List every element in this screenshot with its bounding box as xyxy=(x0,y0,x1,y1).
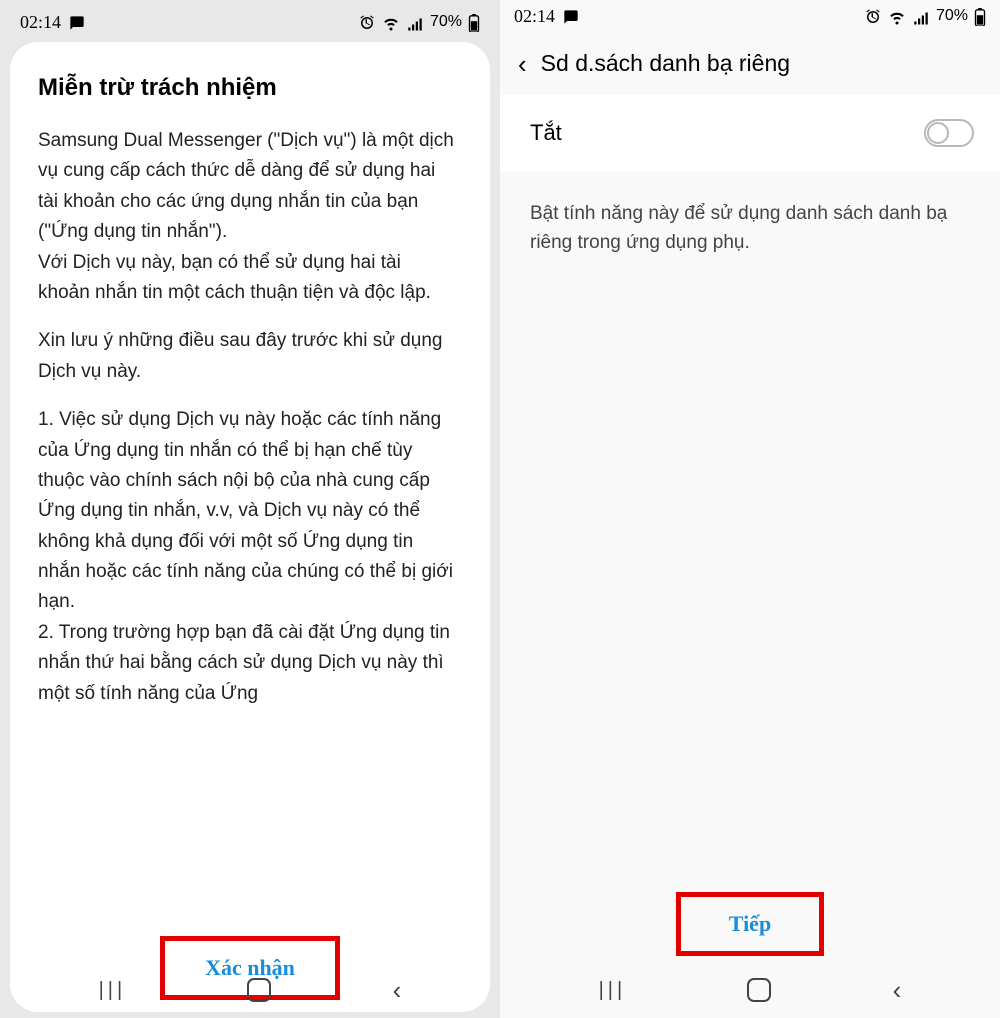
dialog-body[interactable]: Samsung Dual Messenger ("Dịch vụ") là mộ… xyxy=(38,126,462,920)
toggle-label: Tắt xyxy=(530,120,562,146)
alarm-icon xyxy=(864,6,882,26)
toggle-switch[interactable] xyxy=(924,119,974,147)
status-bar: 02:14 70% xyxy=(6,6,494,38)
battery-icon xyxy=(468,12,480,32)
status-bar: 02:14 70% xyxy=(500,0,1000,32)
disclaimer-paragraph: Xin lưu ý những điều sau đây trước khi s… xyxy=(38,326,456,387)
disclaimer-paragraph: Với Dịch vụ này, bạn có thể sử dụng hai … xyxy=(38,248,456,309)
signal-icon xyxy=(912,6,930,26)
footer: Tiếp xyxy=(500,892,1000,956)
page-header: ‹ Sd d.sách danh bạ riêng xyxy=(500,32,1000,87)
notification-icon xyxy=(69,12,85,32)
phone-right-screen: 02:14 70% ‹ Sd d.sách danh bạ riêng Tắ xyxy=(500,0,1000,1018)
signal-icon xyxy=(406,12,424,32)
status-right: 70% xyxy=(358,12,480,32)
disclaimer-paragraph: 1. Việc sử dụng Dịch vụ này hoặc các tín… xyxy=(38,405,456,618)
status-time: 02:14 xyxy=(514,6,555,27)
wifi-icon xyxy=(888,6,906,26)
setting-description: Bật tính năng này để sử dụng danh sách d… xyxy=(500,171,1000,286)
toggle-setting-row[interactable]: Tắt xyxy=(500,95,1000,171)
status-time: 02:14 xyxy=(20,12,61,33)
nav-home-icon[interactable] xyxy=(247,978,271,1002)
nav-recent-icon[interactable]: ||| xyxy=(99,979,127,1002)
nav-back-icon[interactable]: ‹ xyxy=(393,975,402,1006)
navigation-bar: ||| ‹ xyxy=(0,962,500,1018)
status-left: 02:14 xyxy=(20,12,85,33)
disclaimer-paragraph: Samsung Dual Messenger ("Dịch vụ") là mộ… xyxy=(38,126,456,248)
battery-percent: 70% xyxy=(430,13,462,31)
status-left: 02:14 xyxy=(514,6,579,27)
toggle-knob xyxy=(927,122,949,144)
battery-icon xyxy=(974,6,986,26)
next-button[interactable]: Tiếp xyxy=(681,897,819,951)
dialog-title: Miễn trừ trách nhiệm xyxy=(38,74,462,102)
disclaimer-dialog: Miễn trừ trách nhiệm Samsung Dual Messen… xyxy=(10,42,490,1012)
disclaimer-paragraph: 2. Trong trường hợp bạn đã cài đặt Ứng d… xyxy=(38,618,456,709)
page-title: Sd d.sách danh bạ riêng xyxy=(541,50,790,77)
nav-back-icon[interactable]: ‹ xyxy=(893,975,902,1006)
alarm-icon xyxy=(358,12,376,32)
highlight-box: Tiếp xyxy=(676,892,824,956)
back-button[interactable]: ‹ xyxy=(518,51,527,77)
phone-left-screen: 02:14 70% Miễn trừ trách nhiệm Samsung D… xyxy=(0,0,500,1018)
navigation-bar: ||| ‹ xyxy=(500,962,1000,1018)
status-right: 70% xyxy=(864,6,986,26)
wifi-icon xyxy=(382,12,400,32)
nav-home-icon[interactable] xyxy=(747,978,771,1002)
battery-percent: 70% xyxy=(936,7,968,25)
nav-recent-icon[interactable]: ||| xyxy=(599,979,627,1002)
notification-icon xyxy=(563,6,579,26)
